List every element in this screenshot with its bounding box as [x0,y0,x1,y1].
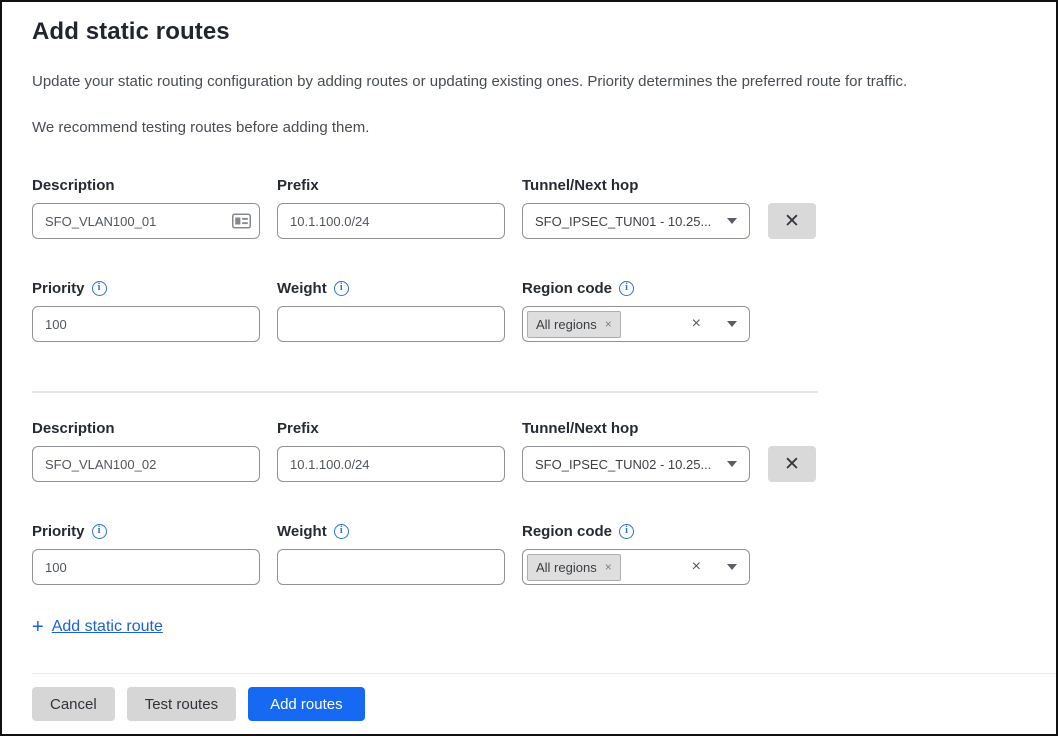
delete-route-button-1[interactable]: ✕ [768,203,816,239]
tunnel-field-2: Tunnel/Next hop SFO_IPSEC_TUN02 - 10.25.… [522,419,750,482]
prefix-label: Prefix [277,176,505,194]
prefix-input-2[interactable] [277,446,505,482]
priority-label: Priority [32,523,85,540]
region-tag-label: All regions [536,317,597,332]
info-icon[interactable]: i [619,524,634,539]
add-static-route-link[interactable]: Add static route [52,618,163,636]
tunnel-selected-value: SFO_IPSEC_TUN01 - 10.25... [535,214,717,229]
region-tag-label: All regions [536,560,597,575]
description-label: Description [32,419,260,437]
delete-route-button-2[interactable]: ✕ [768,446,816,482]
add-routes-button[interactable]: Add routes [248,687,365,721]
region-field-1: Region code i All regions × × [522,279,750,342]
priority-input-1[interactable] [32,306,260,342]
chevron-down-icon [727,321,737,327]
remove-tag-icon[interactable]: × [605,561,612,573]
info-icon[interactable]: i [92,524,107,539]
region-multiselect-1[interactable]: All regions × × [522,306,750,342]
remove-tag-icon[interactable]: × [605,318,612,330]
description-input-1[interactable] [32,203,260,239]
footer-divider [32,673,1056,674]
intro-text: Update your static routing configuration… [32,72,1030,92]
chevron-down-icon [727,461,737,467]
tunnel-field-1: Tunnel/Next hop SFO_IPSEC_TUN01 - 10.25.… [522,176,750,239]
footer-actions: Cancel Test routes Add routes [32,687,1030,721]
region-tag: All regions × [527,554,621,581]
route-divider [32,391,818,393]
priority-label: Priority [32,280,85,297]
weight-input-1[interactable] [277,306,505,342]
info-icon[interactable]: i [92,281,107,296]
description-label: Description [32,176,260,194]
priority-input-2[interactable] [32,549,260,585]
recommend-text: We recommend testing routes before addin… [32,119,1030,136]
priority-field-1: Priority i [32,279,260,342]
clear-selection-icon[interactable]: × [692,559,701,575]
prefix-label: Prefix [277,419,505,437]
region-multiselect-2[interactable]: All regions × × [522,549,750,585]
tunnel-label: Tunnel/Next hop [522,176,750,194]
region-field-2: Region code i All regions × × [522,522,750,585]
add-static-routes-dialog: Add static routes Update your static rou… [0,0,1058,736]
plus-icon: + [32,617,44,637]
add-static-route[interactable]: + Add static route [32,617,1030,637]
region-label: Region code [522,523,612,540]
route-section-2: Description Prefix Tunnel/Next hop SFO_I… [32,419,1030,585]
tunnel-select-2[interactable]: SFO_IPSEC_TUN02 - 10.25... [522,446,750,482]
prefix-field-2: Prefix [277,419,505,482]
description-field-2: Description [32,419,260,482]
clear-selection-icon[interactable]: × [692,316,701,332]
region-tag: All regions × [527,311,621,338]
info-icon[interactable]: i [334,524,349,539]
route-section-1: Description Prefix Tunnel/Next hop [32,176,1030,342]
region-label: Region code [522,280,612,297]
test-routes-button[interactable]: Test routes [127,687,236,721]
chevron-down-icon [727,564,737,570]
description-input-2[interactable] [32,446,260,482]
weight-field-1: Weight i [277,279,505,342]
weight-label: Weight [277,280,327,297]
tunnel-label: Tunnel/Next hop [522,419,750,437]
chevron-down-icon [727,218,737,224]
weight-field-2: Weight i [277,522,505,585]
info-icon[interactable]: i [334,281,349,296]
info-icon[interactable]: i [619,281,634,296]
tunnel-selected-value: SFO_IPSEC_TUN02 - 10.25... [535,457,717,472]
prefix-field-1: Prefix [277,176,505,239]
description-field-1: Description [32,176,260,239]
contact-card-icon[interactable] [232,214,251,229]
prefix-input-1[interactable] [277,203,505,239]
weight-input-2[interactable] [277,549,505,585]
priority-field-2: Priority i [32,522,260,585]
page-title: Add static routes [32,18,1030,46]
tunnel-select-1[interactable]: SFO_IPSEC_TUN01 - 10.25... [522,203,750,239]
cancel-button[interactable]: Cancel [32,687,115,721]
weight-label: Weight [277,523,327,540]
